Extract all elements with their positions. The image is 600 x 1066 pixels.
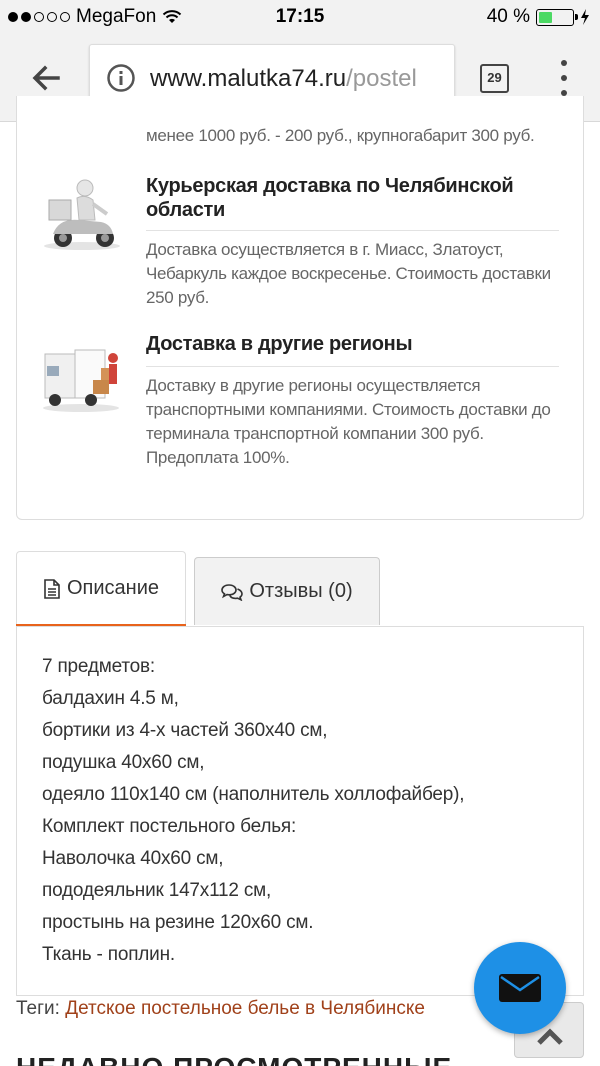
description-text: 7 предметов: балдахин 4.5 м, бортики из …: [42, 651, 465, 971]
status-bar: MegaFon 17:15 40 %: [0, 0, 600, 34]
description-line: подушка 40х60 см,: [42, 752, 205, 773]
tags-row: Теги: Детское постельное белье в Челябин…: [16, 998, 425, 1020]
battery-icon: [536, 8, 578, 26]
battery-percent: 40 %: [486, 6, 530, 27]
document-icon: [44, 578, 60, 599]
info-icon[interactable]: [106, 63, 136, 93]
description-line: 7 предметов:: [42, 656, 155, 677]
courier-scooter-icon: [41, 174, 123, 254]
description-line: Наволочка 40х60 см,: [42, 848, 224, 869]
delivery-partial-text: менее 1000 руб. - 200 руб., крупногабари…: [146, 126, 535, 145]
url-path: /postel: [346, 65, 417, 92]
comments-icon: [221, 583, 244, 601]
description-line: простынь на резине 120х60 см.: [42, 912, 314, 933]
back-arrow-icon: [32, 65, 60, 91]
tags-label: Теги:: [16, 998, 60, 1019]
divider: [146, 230, 559, 231]
envelope-icon: [499, 974, 541, 1002]
tab-reviews-label: Отзывы (0): [249, 580, 353, 602]
delivery-info-card: менее 1000 руб. - 200 руб., крупногабари…: [16, 96, 584, 520]
delivery-option-title: Доставка в другие регионы: [146, 333, 413, 355]
tab-switcher-button[interactable]: 29: [480, 64, 509, 93]
description-panel: 7 предметов: балдахин 4.5 м, бортики из …: [16, 626, 584, 996]
description-line: бортики из 4-х частей 360х40 см,: [42, 720, 328, 741]
url-text: www.malutka74.ru/postel: [150, 65, 417, 93]
overflow-menu-icon[interactable]: [556, 60, 572, 96]
charging-icon: [581, 9, 589, 25]
back-button[interactable]: [26, 58, 66, 98]
description-line: Ткань - поплин.: [42, 944, 175, 965]
tab-description-label: Описание: [66, 577, 160, 599]
tab-description[interactable]: Описание: [16, 551, 186, 627]
divider: [146, 366, 559, 367]
delivery-truck-icon: [41, 336, 123, 416]
description-line: балдахин 4.5 м,: [42, 688, 179, 709]
recently-viewed-heading: НЕДАВНО ПРОСМОТРЕННЫЕ: [16, 1052, 452, 1066]
tab-reviews[interactable]: Отзывы (0): [194, 557, 380, 625]
url-host: www.malutka74.ru: [150, 65, 347, 92]
delivery-option-text: Доставку в другие регионы осуществляется…: [146, 376, 551, 467]
delivery-option-title: Курьерская доставка по Челябинской облас…: [146, 175, 514, 221]
delivery-option-text: Доставка осуществляется в г. Миасс, Злат…: [146, 240, 551, 307]
description-line: пододеяльник 147х112 см,: [42, 880, 272, 901]
description-line: Комплект постельного белья:: [42, 816, 297, 837]
battery-status: 40 %: [487, 6, 590, 28]
tag-link[interactable]: Детское постельное белье в Челябинске: [65, 998, 425, 1019]
description-line: одеяло 110х140 см (наполнитель холлофайб…: [42, 784, 465, 805]
message-button[interactable]: [474, 942, 566, 1034]
